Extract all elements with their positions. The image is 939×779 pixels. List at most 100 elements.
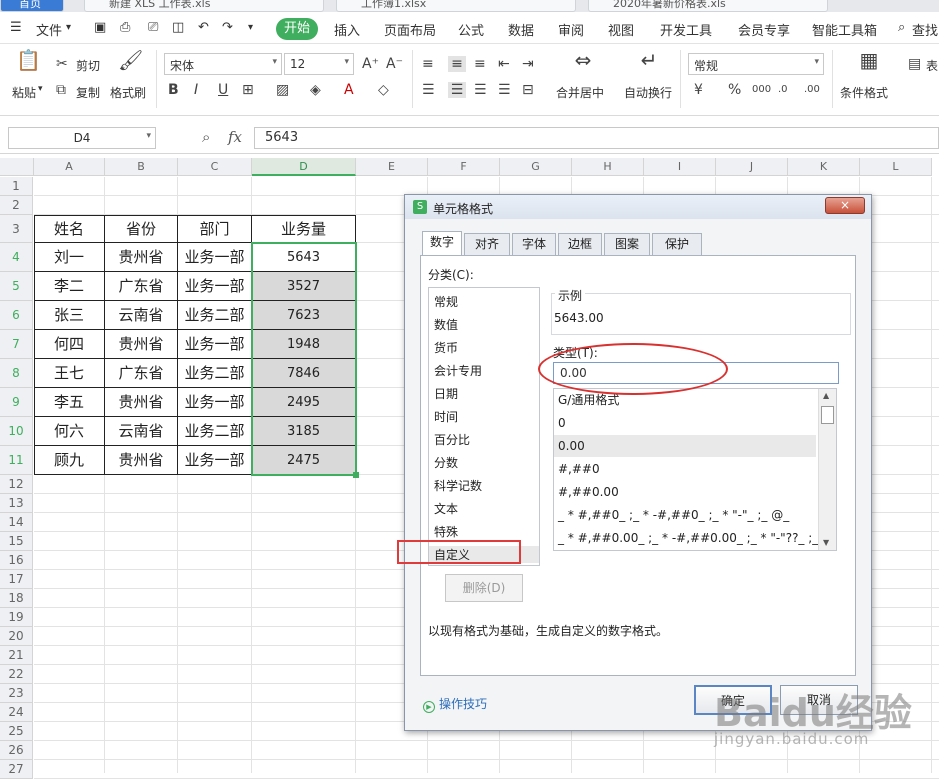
row-header-21[interactable]: 21 bbox=[0, 646, 33, 665]
format-painter-button[interactable]: 格式刷 bbox=[110, 84, 146, 101]
indent-increase-icon[interactable]: ⇥ bbox=[522, 56, 534, 72]
table-cell[interactable]: 王七 bbox=[34, 359, 105, 388]
row-header-18[interactable]: 18 bbox=[0, 589, 33, 608]
redo-icon[interactable]: ↷ bbox=[222, 20, 233, 35]
row-header-12[interactable]: 12 bbox=[0, 475, 33, 494]
table-cell[interactable]: 李五 bbox=[34, 388, 105, 417]
border-icon[interactable]: ⊞ bbox=[242, 82, 254, 98]
row-header-4[interactable]: 4 bbox=[0, 243, 33, 272]
table-style-button[interactable]: 表 bbox=[926, 57, 938, 74]
format-list-scrollbar[interactable]: ▲ ▼ bbox=[818, 389, 836, 550]
tab-member[interactable]: 会员专享 bbox=[738, 20, 790, 39]
table-cell[interactable]: 云南省 bbox=[105, 417, 178, 446]
decrease-font-icon[interactable]: A⁻ bbox=[386, 56, 403, 72]
table-cell[interactable]: 云南省 bbox=[105, 301, 178, 330]
font-name-select[interactable]: 宋体 ▾ bbox=[164, 53, 282, 75]
hamburger-icon[interactable]: ☰ bbox=[10, 20, 22, 35]
underline-icon[interactable]: U bbox=[218, 82, 228, 98]
category-item[interactable]: 常规 bbox=[434, 293, 458, 310]
category-item[interactable]: 会计专用 bbox=[434, 362, 482, 379]
wrap-text-button[interactable]: 自动换行 bbox=[624, 84, 672, 101]
column-header-A[interactable]: A bbox=[34, 158, 105, 176]
row-header-23[interactable]: 23 bbox=[0, 684, 33, 703]
tab-formula[interactable]: 公式 bbox=[458, 20, 484, 39]
window-tab-file-1[interactable]: 新建 XLS 工作表.xls bbox=[84, 0, 324, 12]
format-item[interactable]: 0 bbox=[558, 412, 566, 434]
tab-review[interactable]: 审阅 bbox=[558, 20, 584, 39]
table-cell[interactable]: 贵州省 bbox=[105, 388, 178, 417]
tab-number[interactable]: 数字 bbox=[422, 231, 462, 256]
tab-developer[interactable]: 开发工具 bbox=[660, 20, 712, 39]
column-header-J[interactable]: J bbox=[716, 158, 788, 176]
row-header-1[interactable]: 1 bbox=[0, 177, 33, 196]
table-cell[interactable]: 业务一部 bbox=[178, 446, 252, 475]
row-header-24[interactable]: 24 bbox=[0, 703, 33, 722]
row-header-14[interactable]: 14 bbox=[0, 513, 33, 532]
table-cell[interactable]: 李二 bbox=[34, 272, 105, 301]
column-header-E[interactable]: E bbox=[356, 158, 428, 176]
row-header-8[interactable]: 8 bbox=[0, 359, 33, 388]
tab-border[interactable]: 边框 bbox=[558, 233, 602, 255]
align-left-icon[interactable]: ☰ bbox=[422, 82, 435, 98]
row-header-16[interactable]: 16 bbox=[0, 551, 33, 570]
tab-alignment[interactable]: 对齐 bbox=[464, 233, 510, 255]
dialog-title-bar[interactable]: S 单元格格式 × bbox=[405, 195, 871, 219]
table-cell[interactable]: 广东省 bbox=[105, 272, 178, 301]
table-cell[interactable]: 业务一部 bbox=[178, 388, 252, 417]
tab-font[interactable]: 字体 bbox=[512, 233, 556, 255]
number-format-select[interactable]: 常规 ▾ bbox=[688, 53, 824, 75]
column-header-I[interactable]: I bbox=[644, 158, 716, 176]
format-item[interactable]: 0.00 bbox=[554, 435, 816, 457]
table-cell[interactable]: 贵州省 bbox=[105, 330, 178, 359]
decrease-decimal-icon[interactable]: .00 bbox=[804, 82, 820, 98]
delete-button[interactable]: 删除(D) bbox=[445, 574, 523, 602]
row-header-27[interactable]: 27 bbox=[0, 760, 33, 779]
table-cell[interactable]: 贵州省 bbox=[105, 243, 178, 272]
table-cell[interactable]: 顾九 bbox=[34, 446, 105, 475]
tab-smart-toolbox[interactable]: 智能工具箱 bbox=[812, 20, 877, 39]
increase-decimal-icon[interactable]: .0 bbox=[778, 82, 788, 98]
tab-data[interactable]: 数据 bbox=[508, 20, 534, 39]
paste-button[interactable]: 粘贴 bbox=[12, 84, 36, 101]
paste-dropdown-icon[interactable]: ▾ bbox=[38, 84, 43, 94]
row-header-19[interactable]: 19 bbox=[0, 608, 33, 627]
export-pdf-icon[interactable]: ⎙ bbox=[120, 20, 130, 35]
print-icon[interactable]: ⎚ bbox=[148, 20, 158, 35]
clear-format-icon[interactable]: ◇ bbox=[378, 82, 389, 98]
tab-page-layout[interactable]: 页面布局 bbox=[384, 20, 436, 39]
format-type-list[interactable]: G/通用格式 0 0.00 #,##0 #,##0.00 _ * #,##0_ ;_ * … bbox=[553, 388, 837, 551]
formula-input[interactable]: 5643 bbox=[254, 127, 939, 149]
column-header-F[interactable]: F bbox=[428, 158, 500, 176]
table-cell[interactable]: 张三 bbox=[34, 301, 105, 330]
cut-button[interactable]: 剪切 bbox=[76, 57, 100, 74]
fill-handle[interactable] bbox=[353, 472, 359, 478]
table-cell[interactable]: 业务二部 bbox=[178, 359, 252, 388]
conditional-format-button[interactable]: 条件格式 bbox=[840, 84, 888, 101]
format-item[interactable]: #,##0 bbox=[558, 458, 600, 480]
distribute-icon[interactable]: ⊟ bbox=[522, 82, 534, 98]
row-header-13[interactable]: 13 bbox=[0, 494, 33, 513]
percent-icon[interactable]: % bbox=[728, 82, 741, 98]
column-header-G[interactable]: G bbox=[500, 158, 572, 176]
align-center-icon[interactable]: ☰ bbox=[448, 82, 466, 98]
table-cell[interactable]: 刘一 bbox=[34, 243, 105, 272]
chevron-down-icon[interactable]: ▾ bbox=[66, 22, 71, 33]
row-header-15[interactable]: 15 bbox=[0, 532, 33, 551]
print-preview-icon[interactable]: ◫ bbox=[172, 20, 184, 35]
table-cell[interactable]: 何四 bbox=[34, 330, 105, 359]
select-all-corner[interactable] bbox=[0, 158, 34, 176]
search-icon[interactable]: ⌕ bbox=[898, 20, 905, 35]
column-header-H[interactable]: H bbox=[572, 158, 644, 176]
quick-access-more-icon[interactable]: ▾ bbox=[248, 22, 253, 33]
tab-pattern[interactable]: 图案 bbox=[604, 233, 650, 255]
close-button[interactable]: × bbox=[825, 197, 865, 214]
scroll-down-icon[interactable]: ▼ bbox=[823, 538, 829, 547]
table-cell[interactable]: 业务一部 bbox=[178, 243, 252, 272]
align-top-icon[interactable]: ≡ bbox=[422, 56, 434, 72]
tab-view[interactable]: 视图 bbox=[608, 20, 634, 39]
undo-icon[interactable]: ↶ bbox=[198, 20, 209, 35]
merge-center-button[interactable]: 合并居中 bbox=[556, 84, 604, 101]
row-header-3[interactable]: 3 bbox=[0, 215, 33, 243]
category-item[interactable]: 特殊 bbox=[434, 523, 458, 540]
fill-color-icon[interactable]: ◈ bbox=[310, 82, 321, 98]
